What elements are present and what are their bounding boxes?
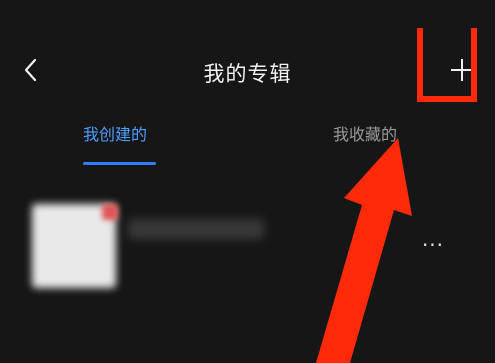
tab-created[interactable]: 我创建的 (83, 121, 147, 145)
more-options-button[interactable]: ··· (418, 235, 448, 255)
annotation-highlight-box (417, 28, 477, 102)
tab-collected[interactable]: 我收藏的 (333, 121, 397, 145)
album-title-blurred (128, 219, 264, 239)
album-screen: 我的专辑 我创建的 我收藏的 ··· (0, 0, 495, 363)
album-thumbnail-badge (102, 204, 118, 220)
album-list-item[interactable]: ··· (0, 185, 495, 295)
tab-active-indicator (83, 162, 156, 165)
